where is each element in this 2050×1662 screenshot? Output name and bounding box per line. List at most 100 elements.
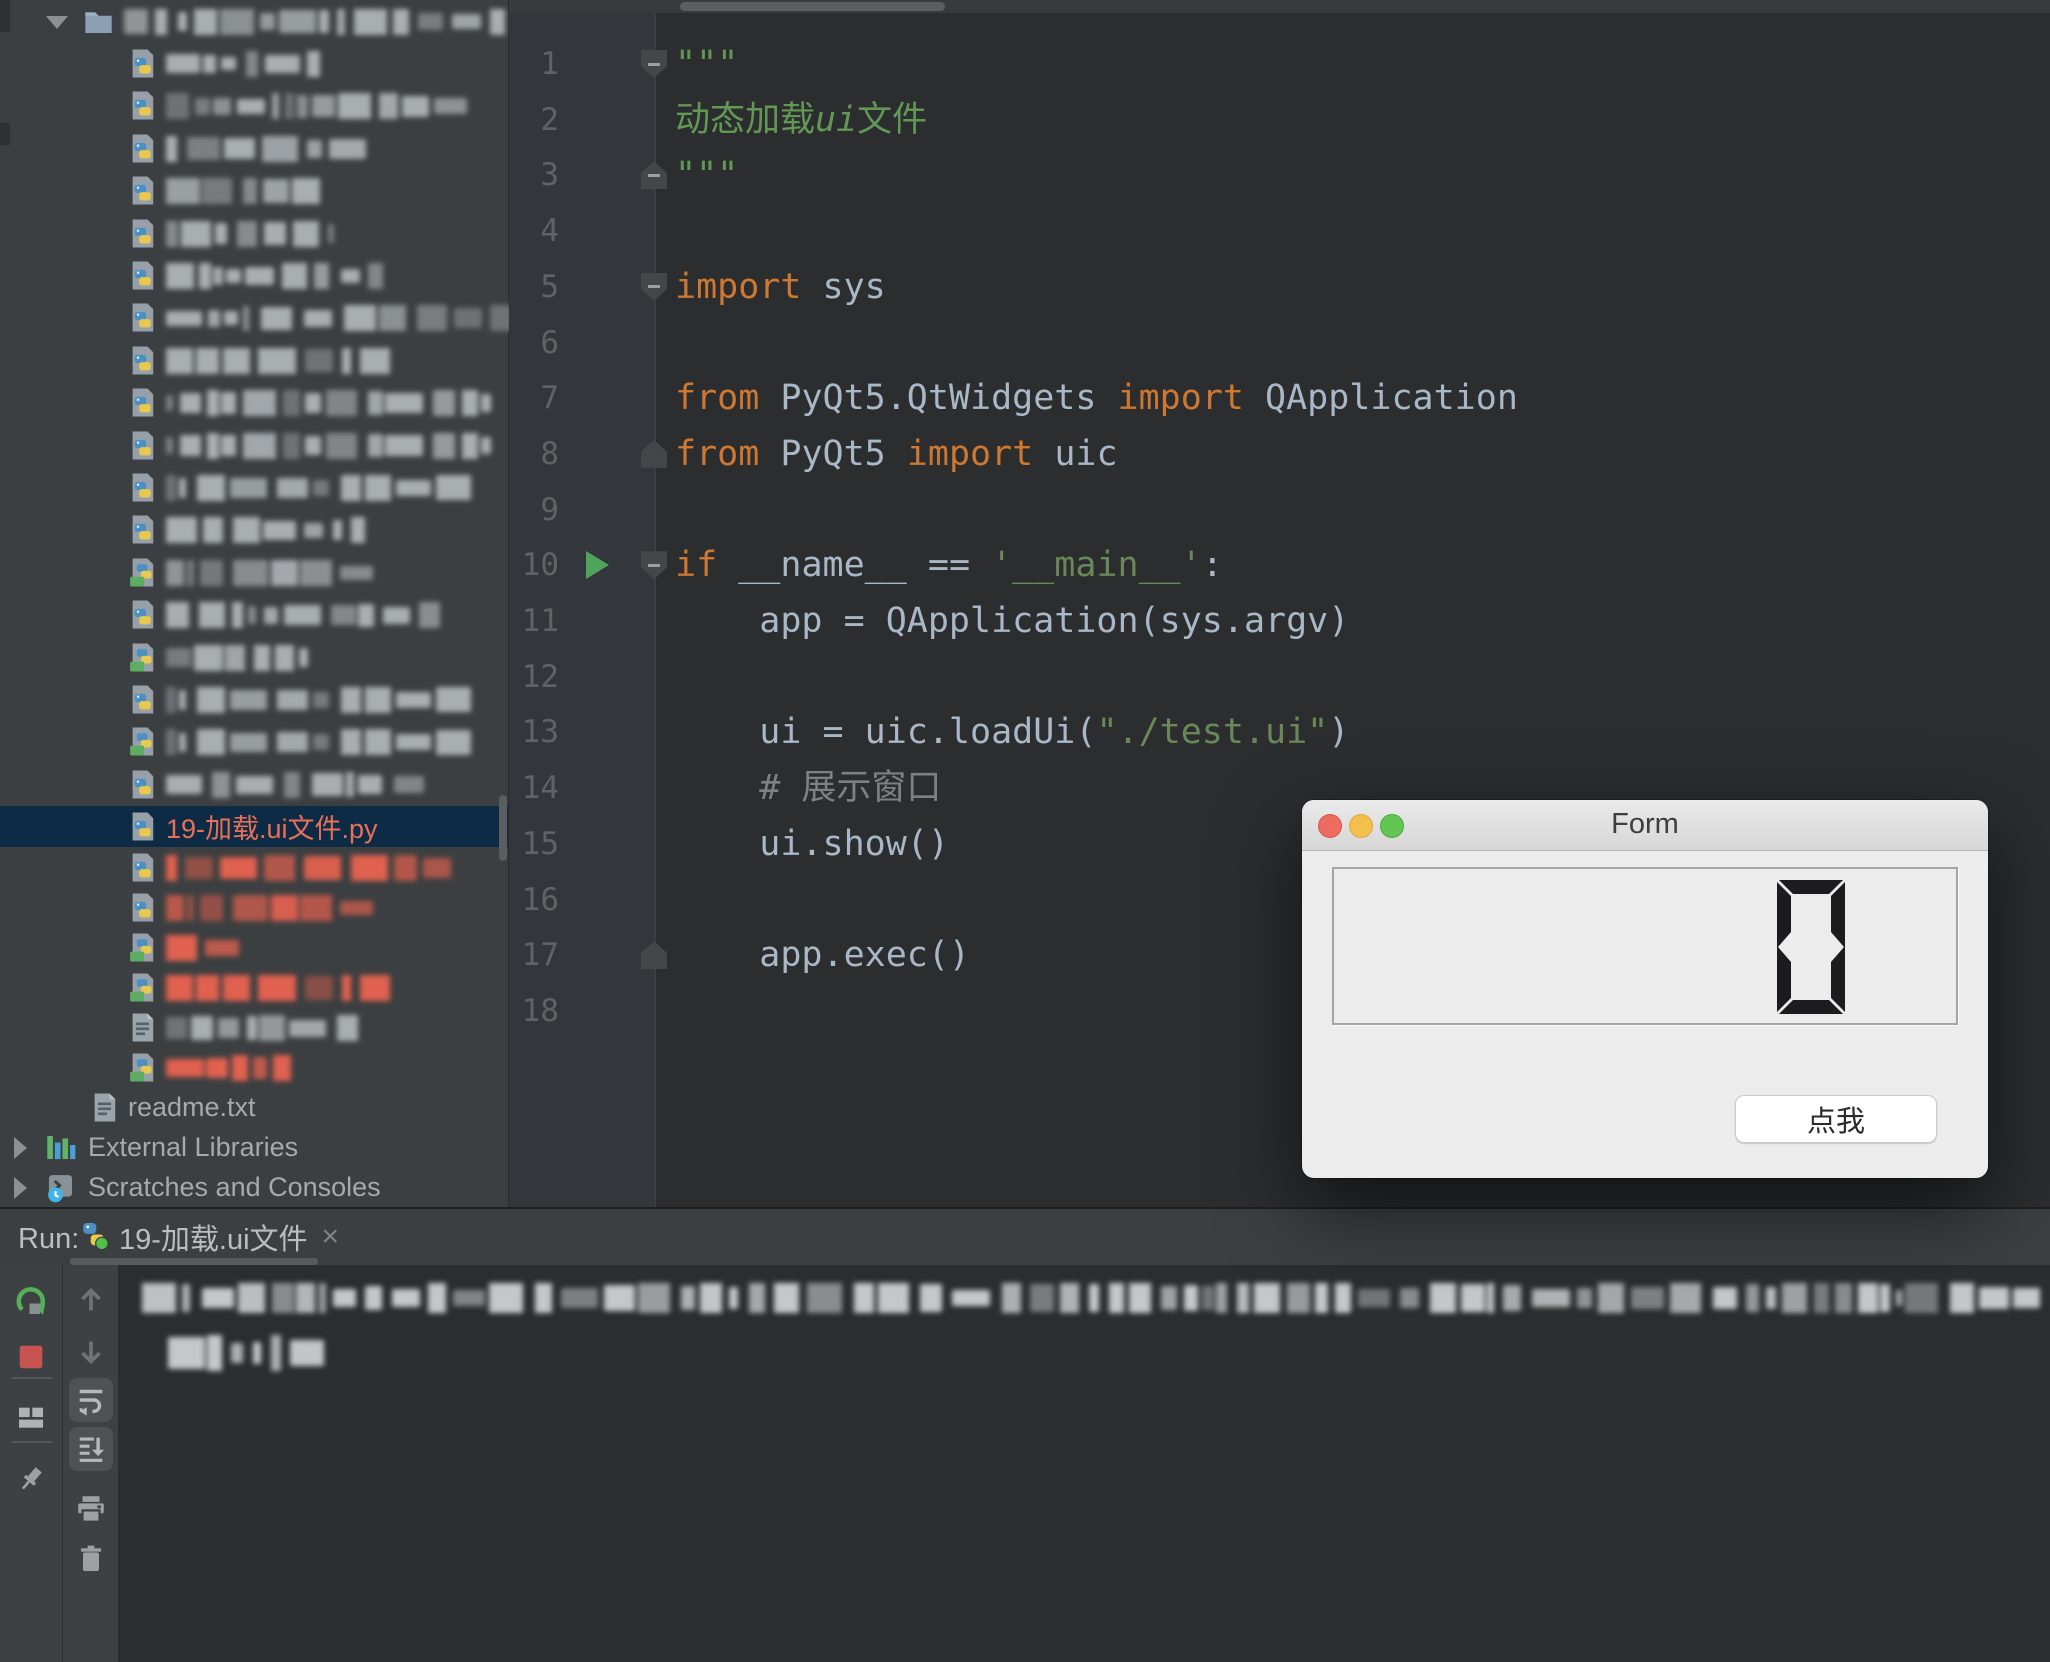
- lcd-number-display: [1332, 867, 1958, 1025]
- redacted-filename: [166, 50, 323, 77]
- editor-line-6[interactable]: 6: [509, 315, 2050, 371]
- trash-icon[interactable]: [69, 1537, 113, 1581]
- python-file-icon: [126, 513, 159, 546]
- tree-item[interactable]: [0, 637, 508, 678]
- tree-item[interactable]: [0, 382, 508, 423]
- tree-item[interactable]: [0, 255, 508, 296]
- python-file-icon: [126, 132, 159, 165]
- tree-root-item[interactable]: [0, 1, 508, 42]
- redacted-filename: [166, 305, 528, 332]
- close-tab-icon[interactable]: ×: [322, 1220, 340, 1254]
- tree-item[interactable]: [0, 213, 508, 254]
- softwrap-toggle-icon[interactable]: [69, 1378, 113, 1422]
- redacted-filename: [166, 895, 378, 922]
- chevron-right-icon[interactable]: [14, 1137, 27, 1160]
- rerun-icon[interactable]: [9, 1280, 53, 1324]
- line-number: 8: [540, 435, 559, 472]
- tree-item[interactable]: [0, 721, 508, 762]
- tree-item[interactable]: [0, 967, 508, 1008]
- fold-marker-icon[interactable]: [641, 439, 667, 468]
- python-test-file-icon: [126, 931, 159, 964]
- down-arrow-icon[interactable]: [69, 1331, 113, 1375]
- tree-item[interactable]: [0, 927, 508, 968]
- tree-item[interactable]: [0, 509, 508, 550]
- run-toolbar-right: [63, 1265, 118, 1662]
- tree-item[interactable]: [0, 679, 508, 720]
- editor-hscrollbar-thumb[interactable]: [680, 2, 945, 11]
- line-number: 18: [521, 992, 559, 1029]
- python-file-icon: [126, 217, 159, 250]
- redacted-filename: [166, 935, 248, 962]
- editor-line-4[interactable]: 4: [509, 203, 2050, 259]
- python-file-icon: [126, 683, 159, 716]
- tree-item[interactable]: [0, 887, 508, 928]
- restore-layout-icon[interactable]: [9, 1395, 53, 1439]
- tree-item[interactable]: [0, 43, 508, 84]
- tree-item-label: 19-加载.ui文件.py: [166, 814, 378, 845]
- tree-item[interactable]: [0, 170, 508, 211]
- run-tab[interactable]: 19-加载.ui文件 ×: [78, 1213, 339, 1261]
- print-icon[interactable]: [69, 1487, 113, 1531]
- tree-item[interactable]: External Libraries: [0, 1127, 508, 1168]
- tree-item[interactable]: [0, 552, 508, 593]
- tree-item[interactable]: [0, 85, 508, 126]
- tree-item[interactable]: [0, 297, 520, 338]
- tree-item-label: External Libraries: [88, 1132, 299, 1163]
- editor-line-7[interactable]: 7 from PyQt5.QtWidgets import QApplicatio…: [509, 370, 2050, 426]
- tree-item[interactable]: [0, 1007, 508, 1048]
- editor-line-3[interactable]: 3 """: [509, 147, 2050, 203]
- python-file-icon: [126, 47, 159, 80]
- editor-line-8[interactable]: 8 from PyQt5 import uic: [509, 426, 2050, 482]
- run-line-icon[interactable]: [586, 551, 609, 580]
- editor-line-11[interactable]: 11 app = QApplication(sys.argv): [509, 593, 2050, 649]
- tree-item[interactable]: [0, 847, 508, 888]
- stop-icon[interactable]: [9, 1335, 53, 1379]
- redacted-filename: [166, 771, 436, 798]
- tree-item[interactable]: readme.txt: [0, 1087, 508, 1128]
- chevron-right-icon[interactable]: [14, 1177, 27, 1200]
- redacted-filename: [166, 602, 451, 629]
- editor-line-9[interactable]: 9: [509, 482, 2050, 538]
- python-file-icon: [126, 259, 159, 292]
- scroll-to-end-toggle-icon[interactable]: [69, 1427, 113, 1471]
- click-me-button[interactable]: 点我: [1735, 1095, 1937, 1143]
- fold-marker-icon[interactable]: [641, 551, 667, 580]
- tree-item[interactable]: [0, 1047, 508, 1088]
- editor-line-10[interactable]: 10 if __name__ == '__main__':: [509, 537, 2050, 593]
- line-number: 7: [540, 380, 559, 417]
- python-file-icon: [126, 768, 159, 801]
- form-titlebar[interactable]: Form: [1302, 800, 1988, 851]
- tree-item-label: Scratches and Consoles: [88, 1172, 381, 1203]
- code-text: """: [675, 44, 739, 84]
- tree-item[interactable]: [0, 425, 508, 466]
- pin-icon[interactable]: [9, 1457, 53, 1501]
- tree-item[interactable]: [0, 594, 508, 635]
- scratches-icon: [44, 1171, 77, 1204]
- fold-marker-icon[interactable]: [641, 161, 667, 190]
- tree-item-selected[interactable]: 19-加载.ui文件.py: [0, 806, 508, 848]
- tree-item[interactable]: [0, 128, 508, 169]
- fold-marker-icon[interactable]: [641, 272, 667, 301]
- tree-item[interactable]: Scratches and Consoles: [0, 1167, 508, 1208]
- redacted-filename: [166, 474, 476, 501]
- line-number: 9: [540, 491, 559, 528]
- editor-line-12[interactable]: 12: [509, 649, 2050, 705]
- editor-line-5[interactable]: 5 import sys: [509, 259, 2050, 315]
- fold-marker-icon[interactable]: [641, 941, 667, 970]
- tree-scrollbar-thumb[interactable]: [499, 795, 507, 861]
- code-text: 动态加载ui文件: [675, 99, 928, 140]
- editor-line-1[interactable]: 1 """: [509, 36, 2050, 92]
- chevron-down-icon[interactable]: [46, 15, 68, 29]
- tree-item[interactable]: [0, 467, 508, 508]
- fold-marker-icon[interactable]: [641, 50, 667, 78]
- run-tab-title: 19-加载.ui文件: [119, 1224, 308, 1256]
- line-number: 4: [540, 213, 559, 250]
- console-output-line: [142, 1283, 2043, 1318]
- tree-item[interactable]: [0, 764, 508, 805]
- up-arrow-icon[interactable]: [69, 1277, 113, 1321]
- toolbar-separator: [12, 1441, 52, 1443]
- tree-item[interactable]: [0, 340, 508, 381]
- editor-line-2[interactable]: 2 动态加载ui文件: [509, 92, 2050, 148]
- python-test-file-icon: [126, 641, 159, 674]
- editor-line-13[interactable]: 13 ui = uic.loadUi("./test.ui"): [509, 704, 2050, 760]
